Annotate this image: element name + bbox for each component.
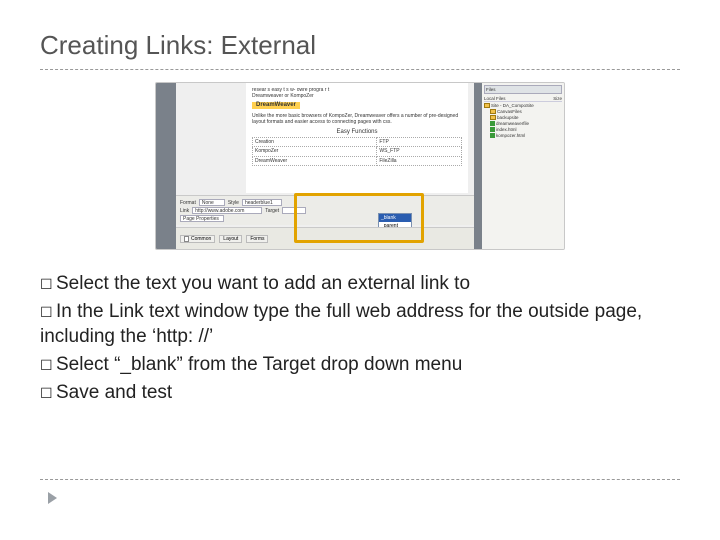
figure-area: resear s easy t s w- owre progra r t Dre… bbox=[40, 69, 680, 259]
table-cell: DreamWeaver bbox=[253, 156, 377, 165]
link-label: Link bbox=[180, 208, 189, 214]
bullet-text: Save and test bbox=[56, 382, 172, 403]
bullet-text: Select “_blank” from the Target drop dow… bbox=[56, 354, 462, 375]
bullet-text: Select the text you want to add an exter… bbox=[56, 273, 470, 294]
doc-paragraph: Unlike the more basic browsers of KompoZ… bbox=[252, 113, 462, 126]
doc-subheading: Easy Functions bbox=[252, 129, 462, 137]
chip-label: Common bbox=[191, 236, 211, 242]
file-item[interactable]: kompozer.html bbox=[496, 133, 525, 138]
site-root[interactable]: Site - DA_CompoSite bbox=[491, 103, 534, 108]
page-properties-button[interactable]: Page Properties bbox=[180, 215, 224, 222]
style-select[interactable]: headerblue1 bbox=[242, 199, 282, 206]
toolbar-chip[interactable]: Forms bbox=[246, 235, 268, 243]
file-item[interactable]: backupsite bbox=[497, 115, 519, 120]
format-label: Format bbox=[180, 200, 196, 206]
format-select[interactable]: None bbox=[199, 199, 225, 206]
table-cell: FTP bbox=[377, 138, 462, 147]
bullet-item: ☐Select the text you want to add an exte… bbox=[40, 271, 680, 297]
checkbox-icon: ☐ bbox=[40, 303, 56, 322]
next-arrow-icon bbox=[48, 492, 57, 504]
folder-icon bbox=[490, 109, 496, 114]
bullet-item: ☐In the Link text window type the full w… bbox=[40, 299, 680, 350]
left-toolbar bbox=[156, 83, 176, 249]
folder-icon bbox=[490, 115, 496, 120]
table-cell: Creation bbox=[253, 138, 377, 147]
style-label: Style bbox=[228, 200, 239, 206]
table-cell: WS_FTP bbox=[377, 147, 462, 156]
target-option-blank[interactable]: _blank bbox=[379, 214, 411, 222]
link-input[interactable]: http://www.adobe.com bbox=[192, 207, 262, 214]
toolbar-chip[interactable]: Common bbox=[180, 235, 215, 243]
file-item[interactable]: dreamweaverfile bbox=[496, 121, 529, 126]
slide-title: Creating Links: External bbox=[40, 30, 680, 61]
table-cell: FileZilla bbox=[377, 156, 462, 165]
properties-panel: Format None Style headerblue1 Link http:… bbox=[176, 195, 474, 225]
chip-label: Layout bbox=[223, 236, 238, 242]
folder-icon bbox=[484, 103, 490, 108]
size-header: Size bbox=[553, 96, 562, 101]
panel-divider bbox=[474, 83, 482, 249]
checkbox-icon: ☐ bbox=[40, 275, 56, 294]
file-item[interactable]: CanvasFiles bbox=[497, 109, 522, 114]
toolbar-chip[interactable]: Layout bbox=[219, 235, 242, 243]
files-panel: Files Local Files Size Site - DA_CompoSit… bbox=[482, 83, 564, 249]
file-item[interactable]: index.html bbox=[496, 127, 517, 132]
checkbox-icon: ☐ bbox=[40, 384, 56, 403]
bullet-item: ☐Save and test bbox=[40, 380, 680, 406]
doc-line: Dreamweaver or KompoZer bbox=[252, 93, 462, 99]
highlighted-word: DreamWeaver bbox=[252, 102, 300, 110]
target-select[interactable] bbox=[282, 207, 306, 214]
doc-icon bbox=[184, 236, 189, 242]
bullet-list: ☐Select the text you want to add an exte… bbox=[40, 271, 680, 405]
file-icon bbox=[490, 127, 495, 132]
target-label: Target bbox=[265, 208, 279, 214]
file-icon bbox=[490, 133, 495, 138]
doc-table: CreationFTP KompoZerWS_FTP DreamWeaverFi… bbox=[252, 137, 462, 166]
bullet-item: ☐Select “_blank” from the Target drop do… bbox=[40, 352, 680, 378]
files-tab[interactable]: Files bbox=[484, 85, 562, 94]
footer-divider bbox=[40, 479, 680, 480]
table-cell: KompoZer bbox=[253, 147, 377, 156]
file-icon bbox=[490, 121, 495, 126]
local-files-label: Local Files bbox=[484, 96, 506, 101]
checkbox-icon: ☐ bbox=[40, 356, 56, 375]
bottom-toolbar: Common Layout Forms bbox=[176, 227, 474, 249]
bullet-text: In the Link text window type the full we… bbox=[40, 301, 642, 348]
screenshot-mock: resear s easy t s w- owre progra r t Dre… bbox=[155, 82, 565, 250]
chip-label: Forms bbox=[250, 236, 264, 242]
document-view: resear s easy t s w- owre progra r t Dre… bbox=[246, 83, 468, 193]
